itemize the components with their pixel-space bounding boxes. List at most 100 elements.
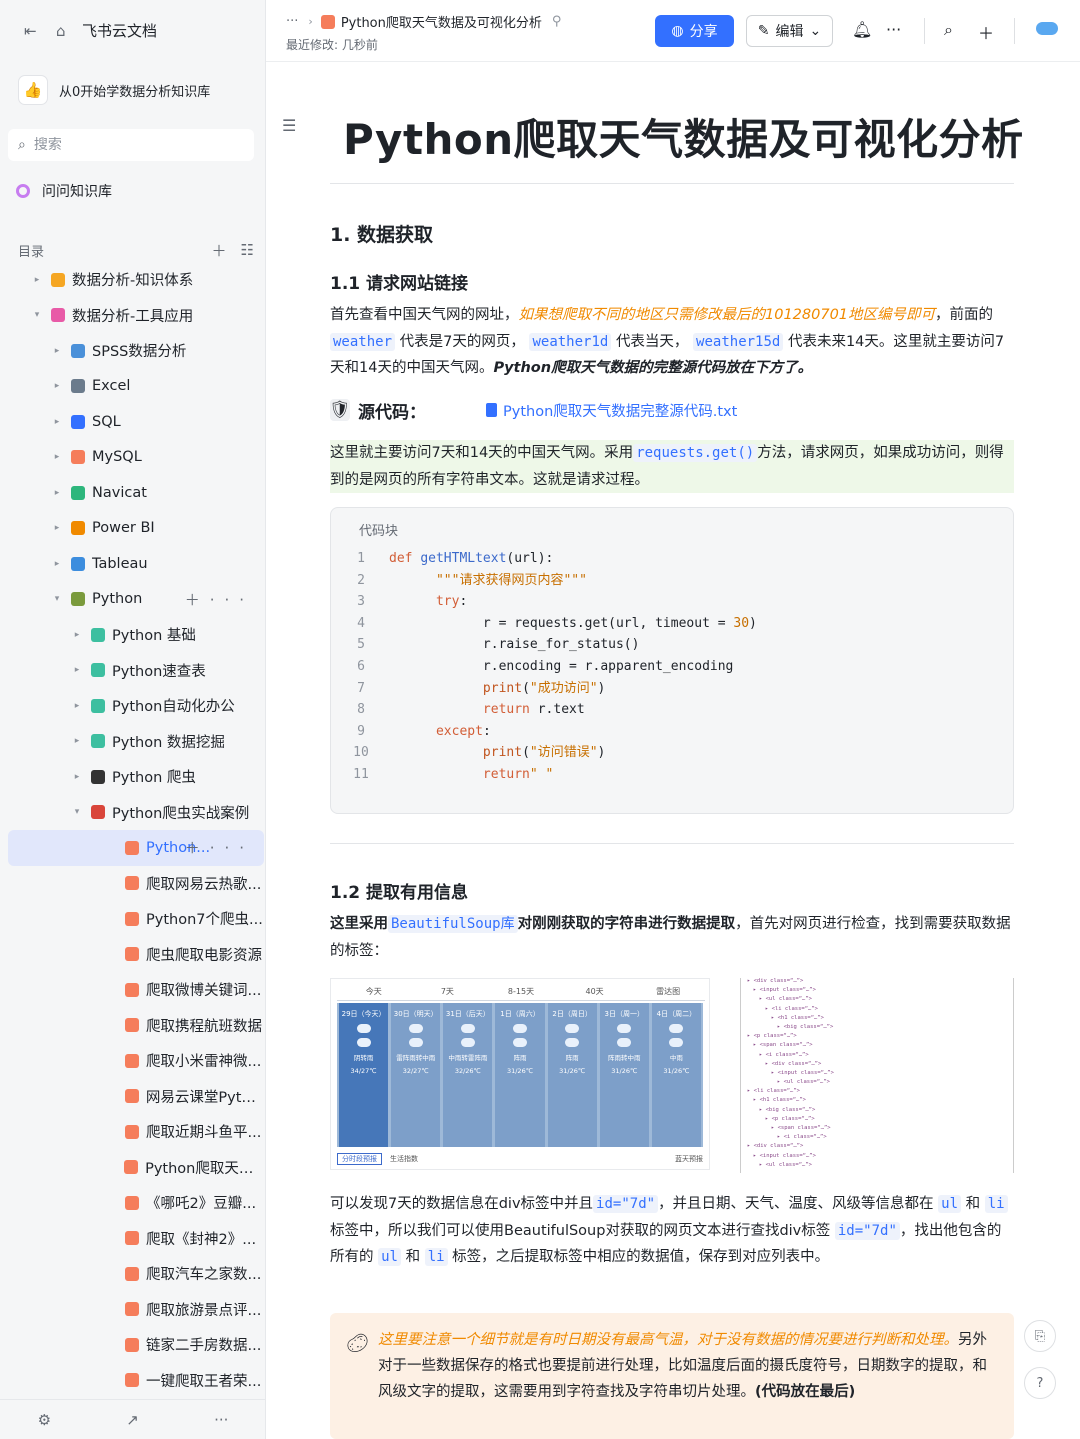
weather-temp: 31/26℃ xyxy=(663,1067,690,1075)
item-actions[interactable]: ＋··· xyxy=(185,837,254,858)
spss-icon-shape xyxy=(71,343,85,358)
share-link-icon[interactable]: ↗ xyxy=(126,1411,139,1429)
sidebar-item[interactable]: Python7个爬虫... xyxy=(8,901,264,937)
chevron-right-icon[interactable]: ▸ xyxy=(70,665,84,675)
list-settings-icon[interactable]: ☷ xyxy=(241,241,254,259)
sidebar-item-label: SPSS数据分析 xyxy=(92,344,187,361)
pin-icon[interactable]: ⚲ xyxy=(552,14,562,29)
highlight-text: 如果想爬取不同的地区只需修改最后的101280701地区编号即可 xyxy=(518,307,936,323)
sidebar: ⇤ ⌂ 飞书云文档 👍 从0开始学数据分析知识库 ⌕ 问问知识库 目录 ＋ ☷ … xyxy=(0,0,266,1439)
code-block[interactable]: 代码块 1 def getHTMLtext(url): 2 """请求获得网页内容"… xyxy=(330,507,1014,814)
sidebar-item[interactable]: ▸ Python 基础 xyxy=(8,617,264,653)
comment-icon[interactable]: ⎘ xyxy=(1024,1320,1056,1352)
chevron-right-icon[interactable]: ▸ xyxy=(50,523,64,533)
sidebar-item[interactable]: ▸ Excel xyxy=(8,369,264,405)
search-icon[interactable]: ⌕ xyxy=(944,20,953,40)
code-token: try xyxy=(435,594,460,610)
sidebar-item[interactable]: 爬取网易云热歌... xyxy=(8,866,264,902)
weather-temp: 31/26℃ xyxy=(559,1067,586,1075)
sidebar-item[interactable]: 《哪吒2》豆瓣... xyxy=(8,1185,264,1221)
sidebar-item[interactable]: ▸ Power BI xyxy=(8,511,264,547)
sidebar-item[interactable]: ▸ SPSS数据分析 xyxy=(8,333,264,369)
paragraph-intro: 首先查看中国天气网的网址，如果想爬取不同的地区只需修改最后的101280701地… xyxy=(330,302,1014,382)
breadcrumb-doc[interactable]: Python爬取天气数据及可视化分析 xyxy=(341,12,542,31)
code-line: 4 r = requests.get(url, timeout = 30) xyxy=(331,613,1015,635)
chevron-right-icon[interactable]: ▸ xyxy=(50,417,64,427)
outline-icon[interactable]: ☰ xyxy=(282,116,296,135)
chevron-down-icon[interactable]: ▾ xyxy=(50,594,64,604)
sidebar-item[interactable]: ▸ Python速查表 xyxy=(8,653,264,689)
chevron-down-icon[interactable]: ▾ xyxy=(30,310,44,320)
devtools-line: ▸ <i class=“…”> xyxy=(777,1134,827,1141)
cloud-icon[interactable] xyxy=(1036,22,1058,35)
sidebar-item[interactable]: ▸ Navicat xyxy=(8,475,264,511)
code-line: 1 def getHTMLtext(url): xyxy=(331,548,1015,570)
breadcrumb-more[interactable]: ··· xyxy=(286,14,298,29)
sidebar-item[interactable]: 爬取小米雷神微... xyxy=(8,1043,264,1079)
sidebar-item[interactable]: 爬取微博关键词... xyxy=(8,972,264,1008)
sidebar-item[interactable]: 爬虫爬取电影资源 xyxy=(8,937,264,973)
code-text: r.raise_for_status() xyxy=(389,634,640,656)
sidebar-item[interactable]: ▸ Python自动化办公 xyxy=(8,688,264,724)
sidebar-item-label: 链家二手房数据... xyxy=(146,1338,262,1355)
chevron-right-icon[interactable]: ▸ xyxy=(70,630,84,640)
sidebar-item[interactable]: ▸ SQL xyxy=(8,404,264,440)
sidebar-item[interactable]: Python... ＋··· xyxy=(8,830,264,866)
sidebar-item[interactable]: 网易云课堂Pyth... xyxy=(8,1079,264,1115)
chevron-down-icon[interactable]: ▾ xyxy=(70,807,84,817)
sidebar-item[interactable]: 爬取《封神2》... xyxy=(8,1221,264,1257)
chevron-right-icon[interactable]: ▸ xyxy=(30,275,44,285)
sidebar-item[interactable]: 一键爬取王者荣... xyxy=(8,1363,264,1399)
chevron-right-icon[interactable]: ▸ xyxy=(50,346,64,356)
sidebar-item[interactable]: Python爬取天气... xyxy=(8,1150,264,1186)
sidebar-item[interactable]: ▸ Tableau xyxy=(8,546,264,582)
help-icon[interactable]: ? xyxy=(1024,1367,1056,1399)
home-title[interactable]: 飞书云文档 xyxy=(82,20,157,41)
share-button[interactable]: ◍ 分享 xyxy=(655,15,734,47)
chevron-right-icon[interactable]: ▸ xyxy=(50,452,64,462)
add-icon[interactable]: ＋ xyxy=(212,240,227,261)
home-icon[interactable]: ⌂ xyxy=(56,22,66,40)
mysql-icon xyxy=(68,448,88,466)
code-text: print("访问错误") xyxy=(389,742,605,764)
sidebar-item-label: 一键爬取王者荣... xyxy=(146,1373,262,1390)
settings-icon[interactable]: ⚙ xyxy=(38,1411,51,1429)
edit-button[interactable]: ✎ 编辑 ⌄ xyxy=(746,15,833,47)
chevron-right-icon[interactable]: ▸ xyxy=(50,381,64,391)
search-input[interactable] xyxy=(33,137,214,153)
sidebar-item[interactable]: 爬取携程航班数据 xyxy=(8,1008,264,1044)
plus-icon[interactable]: ＋ xyxy=(978,20,994,44)
search-box[interactable]: ⌕ xyxy=(8,129,254,161)
sidebar-item[interactable]: 爬取旅游景点评... xyxy=(8,1292,264,1328)
sidebar-item[interactable]: ▸ MySQL xyxy=(8,440,264,476)
more-icon[interactable]: ··· xyxy=(214,1411,228,1429)
sidebar-item[interactable]: 爬取汽车之家数... xyxy=(8,1256,264,1292)
sidebar-item[interactable]: 爬取近期斗鱼平... xyxy=(8,1114,264,1150)
highlight-paragraph: 这里就主要访问7天和14天的中国天气网。采用 requests.get() 方法，请… xyxy=(330,440,1014,493)
weather-footer-tab: 生活指数 xyxy=(390,1155,418,1163)
source-file-link[interactable]: Python爬取天气数据完整源代码.txt xyxy=(486,400,737,421)
item-actions[interactable]: ＋··· xyxy=(185,589,254,610)
sidebar-item[interactable]: 链家二手房数据... xyxy=(8,1327,264,1363)
sidebar-item[interactable]: ▸ Python 爬虫 xyxy=(8,759,264,795)
chevron-right-icon[interactable]: ▸ xyxy=(70,736,84,746)
line-number: 10 xyxy=(353,745,369,761)
collapse-sidebar-icon[interactable]: ⇤ xyxy=(24,22,37,40)
chevron-right-icon[interactable]: ▸ xyxy=(70,772,84,782)
weather-footer-toggle: 蓝天预报 xyxy=(675,1155,703,1163)
weather-day: 31日（后天） 中雨转雷阵雨 32/26℃ xyxy=(443,1003,493,1147)
sidebar-item[interactable]: ▾ Python爬虫实战案例 xyxy=(8,795,264,831)
knowledge-base[interactable]: 👍 从0开始学数据分析知识库 xyxy=(12,70,256,110)
sidebar-item-label: Python 数据挖掘 xyxy=(112,734,225,751)
sidebar-item[interactable]: ▸ 数据分析-知识体系 xyxy=(8,262,264,298)
chevron-right-icon[interactable]: ▸ xyxy=(50,488,64,498)
devtools-line: ▸ <p class=“…”> xyxy=(765,1115,815,1122)
more-icon[interactable]: ··· xyxy=(886,20,901,39)
sidebar-item[interactable]: ▾ 数据分析-工具应用 xyxy=(8,298,264,334)
chevron-right-icon[interactable]: ▸ xyxy=(70,701,84,711)
ask-knowledge-base[interactable]: 问问知识库 xyxy=(16,179,112,203)
sidebar-item[interactable]: ▾ Python ＋··· xyxy=(8,582,264,618)
sidebar-item[interactable]: ▸ Python 数据挖掘 xyxy=(8,724,264,760)
bell-icon[interactable]: 🔔︎ xyxy=(852,20,872,39)
chevron-right-icon[interactable]: ▸ xyxy=(50,559,64,569)
